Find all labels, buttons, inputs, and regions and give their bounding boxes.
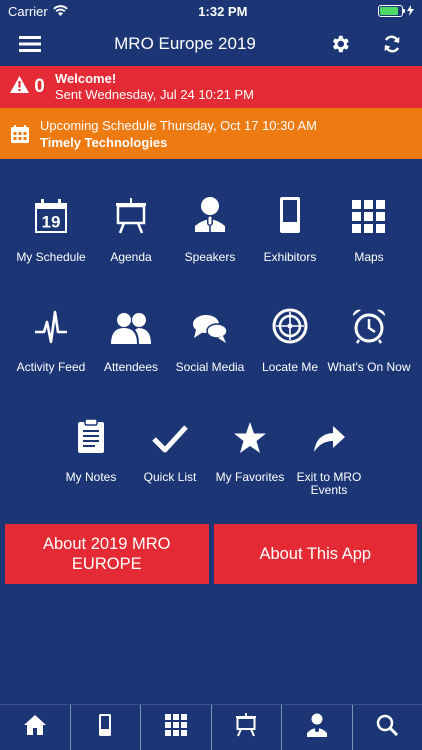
upcoming-schedule-banner[interactable]: Upcoming Schedule Thursday, Oct 17 10:30… bbox=[0, 108, 422, 159]
menu-my-favorites[interactable]: My Favorites bbox=[208, 415, 292, 484]
menu-label: Quick List bbox=[143, 470, 197, 484]
about-buttons: About 2019 MRO EUROPE About This App bbox=[5, 524, 417, 584]
battery-fill bbox=[380, 7, 398, 15]
target-icon bbox=[272, 308, 308, 349]
clipboard-icon bbox=[77, 418, 105, 459]
chat-bubbles-icon bbox=[192, 314, 228, 349]
nav-bar: MRO Europe 2019 bbox=[0, 22, 422, 66]
speaker-icon bbox=[306, 713, 328, 742]
alert-title: Welcome! bbox=[55, 71, 117, 86]
speaker-icon bbox=[193, 196, 227, 239]
carrier-label: Carrier bbox=[8, 3, 48, 19]
booth-icon bbox=[279, 196, 301, 239]
page-title: MRO Europe 2019 bbox=[114, 34, 256, 53]
warning-icon bbox=[10, 75, 30, 99]
about-app-button[interactable]: About This App bbox=[213, 524, 417, 584]
menu-exit-to-mro-events[interactable]: Exit to MRO Events bbox=[287, 415, 371, 497]
easel-icon bbox=[235, 713, 257, 742]
map-grid-icon bbox=[352, 200, 386, 239]
charging-icon bbox=[407, 4, 414, 19]
calendar-icon: 19 bbox=[33, 198, 69, 239]
people-icon bbox=[111, 312, 151, 349]
menu-maps[interactable]: Maps bbox=[327, 195, 411, 264]
menu-label: My Favorites bbox=[215, 470, 285, 484]
menu-quick-list[interactable]: Quick List bbox=[128, 415, 212, 484]
calendar-day-number: 19 bbox=[42, 213, 61, 232]
checkmark-icon bbox=[152, 424, 188, 459]
menu-my-schedule[interactable]: 19 My Schedule bbox=[9, 195, 93, 264]
booth-icon bbox=[98, 713, 112, 742]
alarm-clock-icon bbox=[351, 308, 387, 349]
upcoming-schedule-title: Timely Technologies bbox=[40, 134, 168, 150]
menu-label: Locate Me bbox=[261, 360, 319, 374]
menu-locate-me[interactable]: Locate Me bbox=[248, 305, 332, 374]
pulse-icon bbox=[34, 310, 68, 349]
gear-icon[interactable] bbox=[328, 32, 352, 56]
about-event-button[interactable]: About 2019 MRO EUROPE bbox=[5, 524, 209, 584]
menu-label: Agenda bbox=[110, 250, 152, 264]
menu-label: My Schedule bbox=[16, 250, 86, 264]
battery-icon bbox=[378, 5, 405, 17]
alert-subtitle: Sent Wednesday, Jul 24 10:21 PM bbox=[55, 87, 254, 102]
menu-label: Attendees bbox=[103, 360, 159, 374]
home-icon bbox=[23, 714, 47, 741]
menu-label: Social Media bbox=[175, 360, 245, 374]
calendar-small-icon bbox=[0, 124, 40, 143]
wifi-icon bbox=[53, 4, 68, 19]
menu-my-notes[interactable]: My Notes bbox=[49, 415, 133, 484]
upcoming-schedule-time: Upcoming Schedule Thursday, Oct 17 10:30… bbox=[40, 117, 318, 133]
menu-exhibitors[interactable]: Exhibitors bbox=[248, 195, 332, 264]
menu-activity-feed[interactable]: Activity Feed bbox=[9, 305, 93, 374]
menu-label: Activity Feed bbox=[16, 360, 86, 374]
menu-label: Maps bbox=[354, 250, 384, 264]
menu-social-media[interactable]: Social Media bbox=[168, 305, 252, 374]
menu-whats-on-now[interactable]: What's On Now bbox=[327, 305, 411, 374]
hamburger-menu-icon[interactable] bbox=[18, 32, 42, 56]
menu-attendees[interactable]: Attendees bbox=[89, 305, 173, 374]
tab-home[interactable] bbox=[0, 705, 71, 750]
map-grid-icon bbox=[164, 714, 187, 741]
tab-agenda[interactable] bbox=[212, 705, 282, 750]
alert-count: 0 bbox=[34, 76, 45, 97]
tab-maps[interactable] bbox=[141, 705, 212, 750]
star-icon bbox=[233, 422, 267, 459]
tab-search[interactable] bbox=[353, 705, 422, 750]
menu-speakers[interactable]: Speakers bbox=[168, 195, 252, 264]
status-bar: Carrier 1:32 PM bbox=[0, 0, 422, 22]
welcome-alert-banner[interactable]: 0 Welcome! Sent Wednesday, Jul 24 10:21 … bbox=[0, 66, 422, 108]
menu-agenda[interactable]: Agenda bbox=[89, 195, 173, 264]
menu-label: Exit to MRO Events bbox=[296, 470, 362, 497]
search-icon bbox=[376, 714, 399, 741]
tab-bar bbox=[0, 704, 422, 750]
alert-counter: 0 bbox=[0, 75, 55, 99]
tab-exhibitors[interactable] bbox=[71, 705, 141, 750]
refresh-icon[interactable] bbox=[380, 32, 404, 56]
easel-icon bbox=[115, 198, 147, 239]
menu-label: Speakers bbox=[184, 250, 236, 264]
menu-label: Exhibitors bbox=[263, 250, 317, 264]
share-arrow-icon bbox=[313, 426, 345, 459]
menu-label: What's On Now bbox=[327, 360, 411, 374]
menu-label: My Notes bbox=[65, 470, 117, 484]
tab-speakers[interactable] bbox=[282, 705, 353, 750]
clock: 1:32 PM bbox=[198, 3, 248, 19]
menu-grid: 19 My Schedule Agenda Speakers Exhibitor… bbox=[0, 159, 422, 529]
